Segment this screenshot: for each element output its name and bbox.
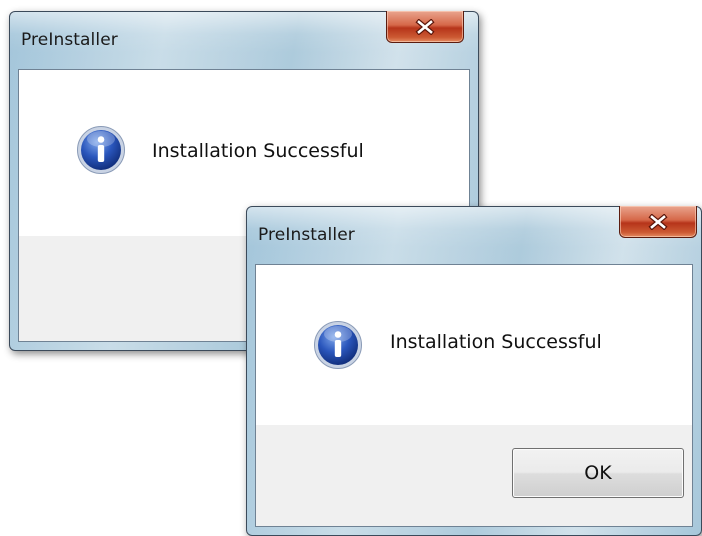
message-text: Installation Successful (390, 331, 602, 353)
close-icon (415, 18, 435, 35)
message-text: Installation Successful (152, 140, 364, 162)
message-panel: Installation Successful (256, 265, 692, 425)
close-button[interactable] (386, 11, 464, 43)
close-button[interactable] (619, 206, 697, 238)
close-icon (648, 213, 668, 230)
info-icon (77, 126, 125, 174)
dialog-window-front: PreInstaller Installation Successful OK (246, 206, 702, 536)
dialog-title: PreInstaller (258, 225, 355, 245)
ok-button[interactable]: OK (512, 448, 684, 498)
dialog-title: PreInstaller (21, 30, 118, 50)
info-icon (314, 321, 362, 369)
desktop-stage: PreInstaller Installation Successful Pre… (0, 0, 702, 536)
dialog-client-area: Installation Successful OK (255, 264, 693, 527)
